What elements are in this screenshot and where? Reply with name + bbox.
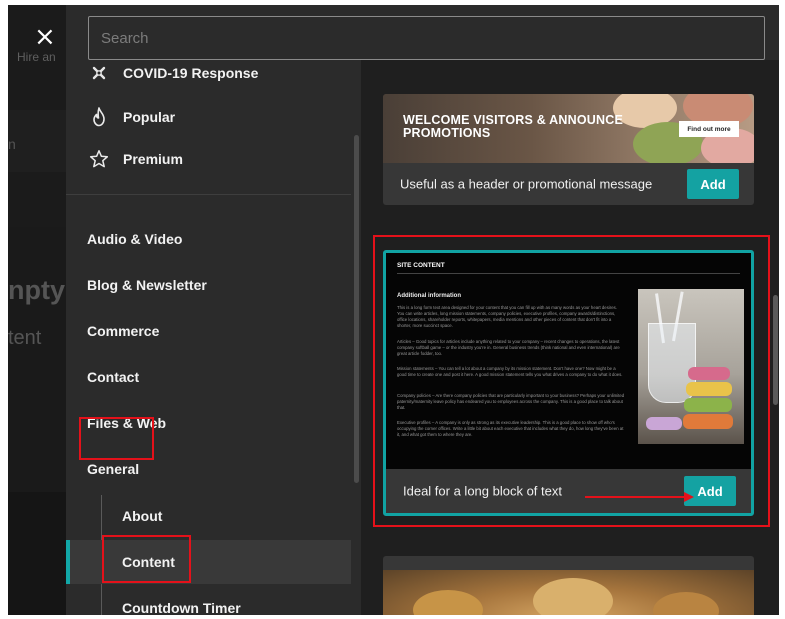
flame-icon bbox=[88, 106, 110, 128]
find-out-more-preview-button: Find out more bbox=[679, 121, 739, 137]
sidebar-item-popular[interactable]: Popular bbox=[66, 95, 351, 139]
sidebar-scrollbar[interactable] bbox=[354, 135, 359, 483]
sidebar-item-label: Audio & Video bbox=[87, 231, 183, 247]
preview-paragraph: Executive profiles – A company is only a… bbox=[397, 420, 624, 437]
section-preview-panel: WELCOME VISITORS & ANNOUNCE PROMOTIONS F… bbox=[361, 60, 779, 615]
content-preview-image: SITE CONTENT Additional information This… bbox=[386, 253, 751, 469]
card-footer: Useful as a header or promotional messag… bbox=[383, 163, 754, 205]
sidebar-item-label: Blog & Newsletter bbox=[87, 277, 207, 293]
background-page: × Hire an n npty tent bbox=[8, 5, 66, 615]
arrow-icon bbox=[684, 492, 694, 502]
background-panel bbox=[8, 110, 66, 172]
section-card-promotions[interactable]: WELCOME VISITORS & ANNOUNCE PROMOTIONS F… bbox=[383, 94, 754, 205]
sidebar-item-label: Files & Web bbox=[87, 415, 167, 431]
close-icon[interactable]: × bbox=[34, 24, 56, 50]
preview-heading: Additional information bbox=[397, 293, 461, 299]
macaron-shape bbox=[686, 382, 732, 396]
card-description: Useful as a header or promotional messag… bbox=[400, 176, 653, 192]
sidebar-item-label: Commerce bbox=[87, 323, 160, 339]
card-footer: Ideal for a long block of text Add bbox=[386, 469, 751, 513]
background-panel bbox=[8, 492, 66, 615]
food-shape bbox=[533, 578, 613, 615]
category-sidebar: COVID-19 Response Popular Premium Audio … bbox=[66, 60, 356, 615]
sidebar-item-files-web[interactable]: Files & Web bbox=[66, 401, 351, 445]
food-preview-image bbox=[383, 570, 754, 615]
macaron-photo bbox=[638, 289, 744, 444]
preview-section-title: SITE CONTENT bbox=[397, 262, 445, 269]
sidebar-item-label: About bbox=[122, 508, 163, 524]
promotions-preview-title: WELCOME VISITORS & ANNOUNCE PROMOTIONS bbox=[403, 113, 623, 140]
card-description: Ideal for a long block of text bbox=[403, 483, 562, 499]
star-icon bbox=[88, 148, 110, 170]
preview-scrollbar[interactable] bbox=[773, 295, 778, 405]
sidebar-item-audio-video[interactable]: Audio & Video bbox=[66, 217, 351, 261]
sidebar-item-general[interactable]: General bbox=[66, 447, 351, 491]
background-panel bbox=[8, 227, 66, 492]
promotions-preview-image: WELCOME VISITORS & ANNOUNCE PROMOTIONS F… bbox=[383, 94, 754, 163]
preview-paragraph: This is a long form text area designed f… bbox=[397, 305, 617, 328]
background-hire-text: Hire an bbox=[17, 50, 56, 64]
food-shape bbox=[653, 592, 719, 615]
arrow-shaft bbox=[585, 496, 685, 498]
add-section-modal: COVID-19 Response Popular Premium Audio … bbox=[66, 5, 779, 615]
search-input[interactable] bbox=[89, 17, 764, 59]
sidebar-item-blog-newsletter[interactable]: Blog & Newsletter bbox=[66, 263, 351, 307]
food-shape bbox=[413, 590, 483, 615]
covid-icon bbox=[88, 62, 110, 84]
section-card-food[interactable] bbox=[383, 556, 754, 615]
sidebar-item-label: COVID-19 Response bbox=[123, 65, 259, 81]
background-text-fragment: n bbox=[8, 136, 16, 152]
preview-paragraph: Mission statements – You can tell a lot … bbox=[397, 366, 623, 377]
sidebar-item-covid[interactable]: COVID-19 Response bbox=[66, 60, 351, 95]
sidebar-subitem-countdown-timer[interactable]: Countdown Timer bbox=[66, 586, 351, 615]
section-card-content[interactable]: SITE CONTENT Additional information This… bbox=[383, 250, 754, 516]
preview-paragraph: Articles – Good topics for articles incl… bbox=[397, 339, 620, 356]
sidebar-item-label: Popular bbox=[123, 109, 176, 125]
background-text-fragment: npty bbox=[8, 275, 65, 305]
macaron-shape bbox=[684, 398, 732, 412]
sidebar-item-commerce[interactable]: Commerce bbox=[66, 309, 351, 353]
preview-paragraph: Company policies – Are there company pol… bbox=[397, 393, 625, 410]
macaron-shape bbox=[646, 417, 682, 430]
sidebar-subitem-content[interactable]: Content bbox=[66, 540, 351, 584]
sidebar-subitem-about[interactable]: About bbox=[66, 494, 351, 538]
sidebar-item-label: Premium bbox=[123, 151, 183, 167]
background-text-fragment: tent bbox=[8, 327, 42, 349]
sidebar-item-contact[interactable]: Contact bbox=[66, 355, 351, 399]
sidebar-item-label: Content bbox=[122, 554, 175, 570]
sidebar-item-label: Contact bbox=[87, 369, 140, 385]
sidebar-item-label: Countdown Timer bbox=[122, 600, 241, 615]
macaron-shape bbox=[683, 414, 733, 429]
add-button[interactable]: Add bbox=[687, 169, 739, 199]
preview-divider bbox=[397, 273, 740, 274]
sidebar-item-premium[interactable]: Premium bbox=[66, 137, 351, 181]
macaron-shape bbox=[688, 367, 730, 380]
search-box[interactable] bbox=[88, 16, 765, 60]
sidebar-divider bbox=[66, 194, 351, 195]
app-frame: × Hire an n npty tent COVID-19 Response bbox=[8, 5, 779, 615]
sidebar-item-label: General bbox=[87, 461, 140, 477]
